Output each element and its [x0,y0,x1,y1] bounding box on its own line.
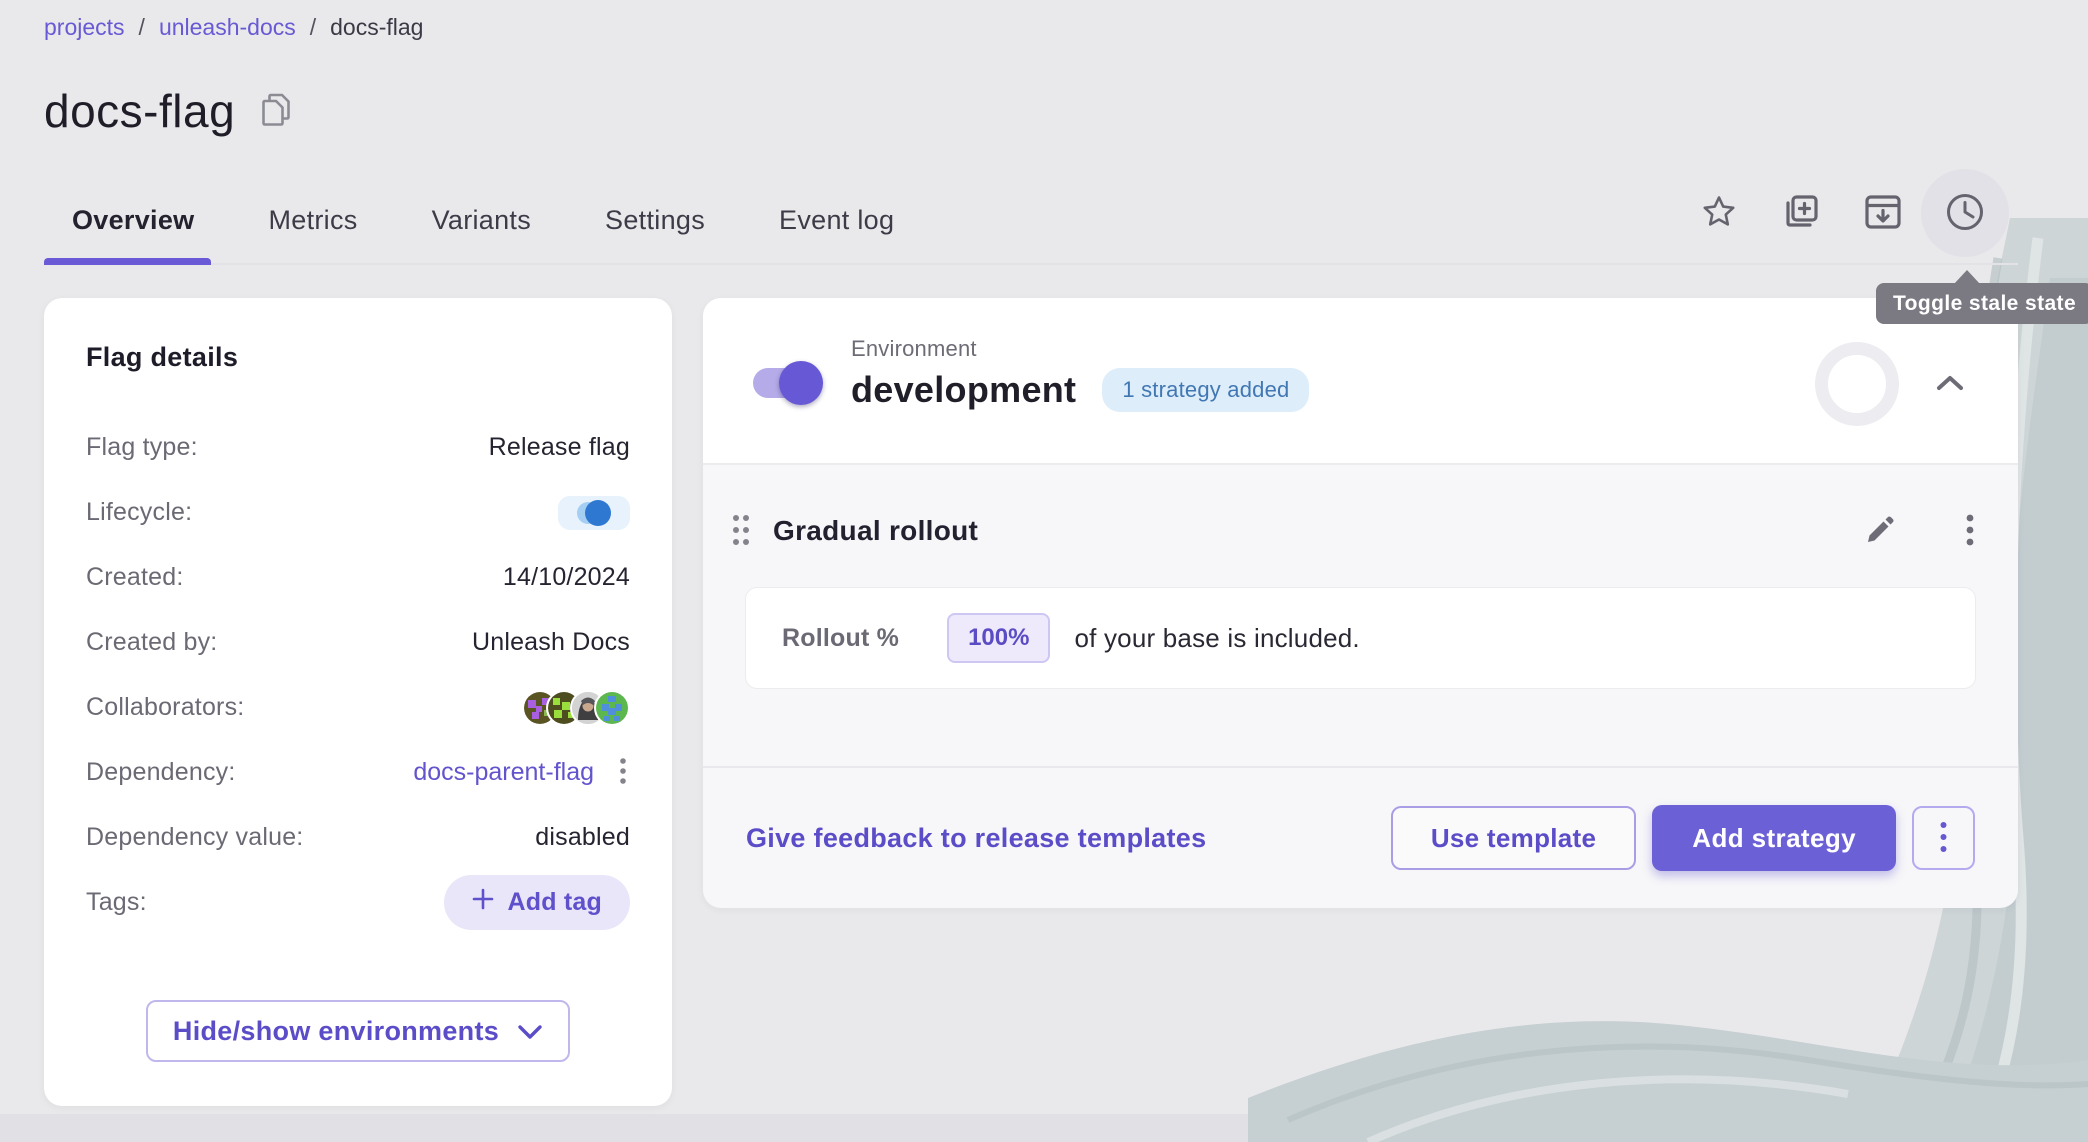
copy-icon [261,93,291,130]
lifecycle-icon-dot [585,500,611,526]
kebab-icon [618,756,628,789]
flag-actions-toolbar [1690,184,1994,242]
row-label: Created: [86,563,184,592]
row-label: Collaborators: [86,693,244,722]
edit-strategy-button[interactable] [1856,506,1904,557]
tab-metrics[interactable]: Metrics [240,190,385,250]
environment-label: Environment [851,336,1309,362]
drag-dots-icon [729,512,753,551]
tooltip-caret [1954,270,1980,284]
avatar [594,690,630,726]
environment-accordion: Environment development 1 strategy added… [703,298,2018,908]
more-strategy-actions-button[interactable] [1912,806,1975,870]
rollout-description: of your base is included. [1074,623,1359,654]
tooltip: Toggle stale state [1876,283,2088,324]
strategy-section: Gradual rollout Rollout % 100% of your b… [703,465,2018,689]
use-template-button[interactable]: Use template [1391,806,1636,870]
footer-actions: Use template Add strategy [1391,805,1975,871]
kebab-icon [1938,820,1949,857]
row-flag-type: Flag type: Release flag [86,415,630,480]
star-icon [1700,193,1738,234]
kebab-icon [1964,512,1976,551]
chevron-down-icon [517,1016,543,1047]
copy-flag-name-button[interactable] [257,89,295,134]
environment-name: development [851,369,1076,411]
rollout-percentage-chip: 100% [947,613,1050,663]
page-header: docs-flag [44,84,295,138]
environment-titles: Environment development 1 strategy added [851,336,1309,412]
row-created: Created: 14/10/2024 [86,545,630,610]
copy-flag-button[interactable] [1772,184,1830,242]
strategy-count-badge: 1 strategy added [1102,368,1309,412]
breadcrumb-link-projects[interactable]: projects [44,14,125,41]
environment-footer: Give feedback to release templates Use t… [703,766,2018,908]
row-dependency-value: Dependency value: disabled [86,805,630,870]
tab-variants[interactable]: Variants [404,190,559,250]
chevron-up-icon [1935,374,1965,395]
dependency-cell: docs-parent-flag [413,754,630,791]
breadcrumb-separator: / [139,14,145,41]
drag-handle[interactable] [725,508,757,555]
row-value: Unleash Docs [472,628,630,657]
dependency-options-button[interactable] [616,754,630,791]
collaborator-avatars [522,690,630,726]
row-label: Tags: [86,888,147,917]
archive-icon [1863,194,1903,233]
breadcrumb-current: docs-flag [330,14,423,41]
strategy-menu-button[interactable] [1956,504,1984,559]
plus-icon [472,888,494,917]
breadcrumb: projects / unleash-docs / docs-flag [44,14,423,41]
row-label: Dependency: [86,758,236,787]
copy-add-icon [1780,191,1822,236]
flag-details-title: Flag details [86,342,630,373]
strategy-name: Gradual rollout [773,515,978,547]
row-label: Created by: [86,628,217,657]
tab-event-log[interactable]: Event log [751,190,922,250]
breadcrumb-link-project[interactable]: unleash-docs [159,14,296,41]
tabs-divider [44,263,2018,265]
row-lifecycle: Lifecycle: [86,480,630,545]
strategy-header: Gradual rollout [745,509,1976,553]
breadcrumb-separator: / [310,14,316,41]
favorite-button[interactable] [1690,184,1748,242]
add-tag-label: Add tag [508,888,602,917]
clock-icon [1944,191,1986,236]
row-value: 14/10/2024 [503,563,630,592]
tab-overview[interactable]: Overview [44,190,222,250]
flag-details-rows: Flag type: Release flag Lifecycle: Creat… [86,415,630,935]
row-tags: Tags: Add tag [86,870,630,935]
collapse-environment-button[interactable] [1922,356,1978,412]
row-label: Flag type: [86,433,198,462]
add-strategy-button[interactable]: Add strategy [1652,805,1896,871]
row-value: disabled [535,823,630,852]
archive-button[interactable] [1854,184,1912,242]
environment-header: Environment development 1 strategy added [703,298,2018,465]
hide-show-label: Hide/show environments [173,1016,499,1047]
toggle-thumb [779,361,823,405]
environment-toggle[interactable] [753,368,817,398]
add-tag-button[interactable]: Add tag [444,875,630,930]
row-label: Lifecycle: [86,498,192,527]
flag-tabs: Overview Metrics Variants Settings Event… [44,190,940,250]
flag-details-card: Flag details Flag type: Release flag Lif… [44,298,672,1106]
active-tab-indicator [44,258,211,265]
release-templates-feedback-link[interactable]: Give feedback to release templates [746,823,1206,854]
row-value: Release flag [489,433,630,462]
row-label: Dependency value: [86,823,303,852]
row-created-by: Created by: Unleash Docs [86,610,630,675]
rollout-label: Rollout % [782,624,899,653]
row-dependency: Dependency: docs-parent-flag [86,740,630,805]
lifecycle-stage-badge[interactable] [558,496,630,530]
toggle-stale-button[interactable] [1921,169,2009,257]
rollout-summary: Rollout % 100% of your base is included. [745,587,1976,689]
row-collaborators: Collaborators: [86,675,630,740]
pencil-icon [1864,514,1896,549]
tab-settings[interactable]: Settings [577,190,733,250]
dependency-link[interactable]: docs-parent-flag [413,758,594,787]
page-title: docs-flag [44,84,235,138]
metrics-ring [1815,342,1899,426]
hide-show-environments-button[interactable]: Hide/show environments [146,1000,570,1062]
